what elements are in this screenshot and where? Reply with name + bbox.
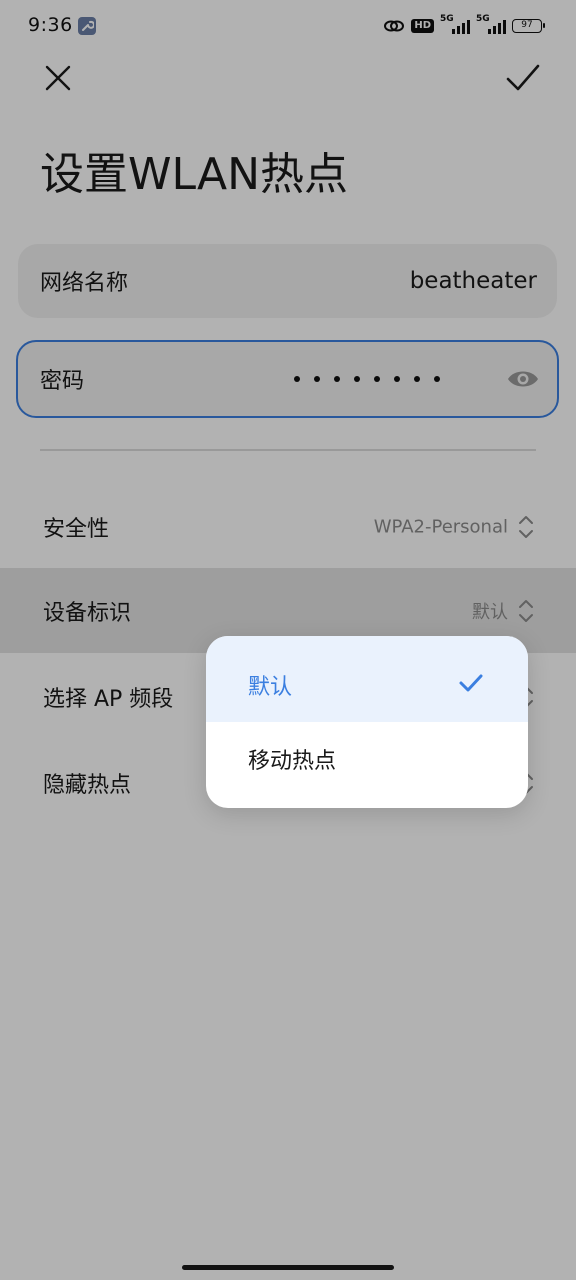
popup-option-label: 移动热点 <box>248 749 337 774</box>
hotspot-settings-screen: 9:36 HD 5G 5G 97 设置WLAN热点 网络名称 beatheate… <box>0 0 576 1280</box>
popup-option-mobile-hotspot[interactable]: 移动热点 <box>206 722 528 808</box>
popup-option-default[interactable]: 默认 <box>206 636 528 722</box>
check-icon <box>459 674 483 692</box>
popup-option-label: 默认 <box>248 675 293 700</box>
device-identity-popup: 默认 移动热点 <box>206 636 528 808</box>
